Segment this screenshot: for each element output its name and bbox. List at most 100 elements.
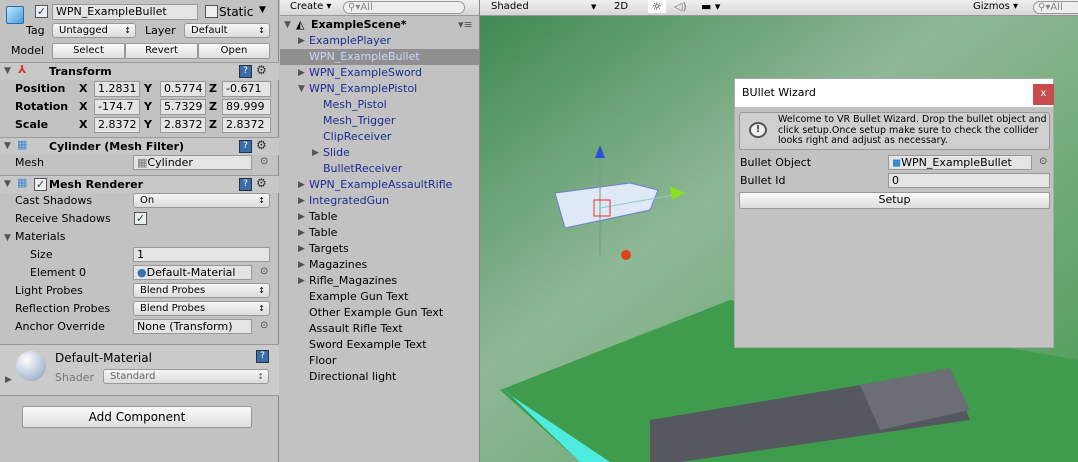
materials-expand-icon[interactable]: ▼ — [4, 233, 11, 243]
receive-shadows-checkbox[interactable]: ✓ — [134, 212, 147, 225]
shading-mode-dropdown[interactable]: Shaded ▼ — [491, 1, 596, 12]
hierarchy-item[interactable]: WPN_ExampleBullet — [280, 49, 479, 65]
mesh-filter-header[interactable]: ▼ ▦ Cylinder (Mesh Filter) ? ⚙ — [0, 137, 279, 155]
hierarchy-search-input[interactable]: ⚲▾All — [343, 1, 465, 14]
model-open-button[interactable]: Open — [198, 43, 270, 59]
hierarchy-item[interactable]: ▶ Rifle_Magazines — [280, 273, 479, 289]
hierarchy-item[interactable]: Directional light — [280, 369, 479, 385]
object-picker-icon[interactable]: ⊙ — [260, 156, 268, 167]
hierarchy-item[interactable]: Mesh_Trigger — [280, 113, 479, 129]
transform-x-input[interactable]: 1.2831 — [94, 81, 140, 97]
hierarchy-item[interactable]: ▶ IntegratedGun — [280, 193, 479, 209]
lighting-toggle-sun-icon[interactable]: ☼ — [648, 0, 666, 13]
transform-y-input[interactable]: 2.8372 — [160, 117, 206, 133]
hierarchy-item[interactable]: ▶ Slide — [280, 145, 479, 161]
element0-field[interactable]: ●Default-Material — [133, 265, 252, 280]
hierarchy-item[interactable]: ▶ Targets — [280, 241, 479, 257]
object-picker-icon[interactable]: ⊙ — [260, 266, 268, 277]
hierarchy-item[interactable]: ▼ WPN_ExamplePistol — [280, 81, 479, 97]
gear-icon[interactable]: ⚙ — [256, 176, 267, 190]
shader-dropdown[interactable]: Standard — [103, 369, 269, 384]
hierarchy-item[interactable]: Floor — [280, 353, 479, 369]
mesh-renderer-header[interactable]: ▼ ▦ ✓ Mesh Renderer ? ⚙ — [0, 175, 279, 193]
hierarchy-item[interactable]: BulletReceiver — [280, 161, 479, 177]
help-icon[interactable]: ? — [239, 140, 252, 153]
gear-icon[interactable]: ⚙ — [256, 63, 267, 77]
transform-row-label: Position — [15, 82, 66, 95]
object-picker-icon[interactable]: ⊙ — [1039, 156, 1047, 167]
hierarchy-item-label: WPN_ExampleBullet — [309, 50, 420, 63]
setup-button[interactable]: Setup — [739, 192, 1050, 209]
layer-dropdown[interactable]: Default — [184, 23, 270, 38]
wizard-titlebar[interactable]: BUllet Wizard x — [735, 79, 1054, 107]
hierarchy-item[interactable]: Sword Eexample Text — [280, 337, 479, 353]
mesh-renderer-enabled-checkbox[interactable]: ✓ — [34, 178, 47, 191]
cast-shadows-dropdown[interactable]: On — [133, 193, 270, 208]
reflection-probes-dropdown[interactable]: Blend Probes — [133, 301, 270, 316]
hierarchy-item[interactable]: ▶ Magazines — [280, 257, 479, 273]
receive-shadows-label: Receive Shadows — [15, 212, 111, 225]
expanded-triangle-icon[interactable]: ▼ — [298, 81, 305, 97]
transform-z-input[interactable]: 2.8372 — [222, 117, 271, 133]
hierarchy-item[interactable]: Assault Rifle Text — [280, 321, 479, 337]
help-icon[interactable]: ? — [256, 350, 269, 363]
transform-z-input[interactable]: 89.999 — [222, 99, 271, 115]
effects-image-icon[interactable]: ▬ ▾ — [701, 0, 720, 13]
collapsed-triangle-icon[interactable]: ▶ — [298, 225, 305, 241]
collapsed-triangle-icon[interactable]: ▶ — [298, 65, 305, 81]
collapsed-triangle-icon[interactable]: ▶ — [312, 145, 319, 161]
collapsed-triangle-icon[interactable]: ▶ — [298, 257, 305, 273]
mesh-renderer-title: Mesh Renderer — [49, 178, 144, 191]
bullet-object-field[interactable]: ◼WPN_ExampleBullet — [888, 155, 1032, 170]
collapsed-triangle-icon[interactable]: ▶ — [298, 209, 305, 225]
add-component-button[interactable]: Add Component — [22, 406, 252, 428]
hierarchy-item[interactable]: ▶ ExamplePlayer — [280, 33, 479, 49]
axis-x-label: X — [79, 82, 88, 95]
model-select-button[interactable]: Select — [52, 43, 125, 59]
gear-icon[interactable]: ⚙ — [256, 138, 267, 152]
scene-menu-icon[interactable]: ▾≡ — [458, 17, 473, 33]
tag-dropdown[interactable]: Untagged — [52, 23, 136, 38]
static-dropdown-icon[interactable]: ▼ — [259, 5, 266, 15]
scene-search-input[interactable]: ⚲▾All — [1033, 1, 1078, 14]
scene-header[interactable]: ▼ ◭ ExampleScene* ▾≡ — [280, 17, 479, 33]
material-section: ▶ Default-Material ? Shader Standard — [0, 344, 279, 396]
help-icon[interactable]: ? — [239, 65, 252, 78]
hierarchy-item[interactable]: Mesh_Pistol — [280, 97, 479, 113]
object-picker-icon[interactable]: ⊙ — [260, 320, 268, 331]
transform-header[interactable]: ▼ ⅄ Transform ? ⚙ — [0, 62, 279, 80]
create-dropdown[interactable]: Create ▾ — [290, 1, 331, 12]
collapsed-triangle-icon[interactable]: ▶ — [298, 193, 305, 209]
active-checkbox[interactable]: ✓ — [35, 5, 48, 18]
help-icon[interactable]: ? — [239, 178, 252, 191]
hierarchy-item[interactable]: Example Gun Text — [280, 289, 479, 305]
collapsed-triangle-icon[interactable]: ▶ — [298, 177, 305, 193]
hierarchy-item[interactable]: ClipReceiver — [280, 129, 479, 145]
collapsed-triangle-icon[interactable]: ▶ — [298, 241, 305, 257]
close-button[interactable]: x — [1033, 84, 1054, 105]
hierarchy-item[interactable]: ▶ Table — [280, 209, 479, 225]
model-revert-button[interactable]: Revert — [125, 43, 198, 59]
light-probes-dropdown[interactable]: Blend Probes — [133, 283, 270, 298]
static-checkbox[interactable] — [205, 5, 218, 18]
transform-z-input[interactable]: -0.671 — [222, 81, 271, 97]
transform-x-input[interactable]: 2.8372 — [94, 117, 140, 133]
2d-toggle[interactable]: 2D — [614, 1, 628, 12]
hierarchy-item[interactable]: ▶ WPN_ExampleSword — [280, 65, 479, 81]
anchor-override-field[interactable]: None (Transform) — [133, 319, 252, 334]
bullet-id-input[interactable]: 0 — [888, 173, 1050, 188]
audio-toggle-speaker-icon[interactable]: ◁) — [674, 0, 687, 13]
hierarchy-item[interactable]: ▶ WPN_ExampleAssaultRifle — [280, 177, 479, 193]
hierarchy-item[interactable]: ▶ Table — [280, 225, 479, 241]
size-input[interactable]: 1 — [133, 247, 270, 262]
hierarchy-item[interactable]: Other Example Gun Text — [280, 305, 479, 321]
object-name-input[interactable]: WPN_ExampleBullet — [52, 4, 198, 20]
mesh-field[interactable]: ▦Cylinder — [133, 155, 252, 170]
expand-triangle-icon[interactable]: ▶ — [5, 375, 12, 385]
transform-y-input[interactable]: 0.5774 — [160, 81, 206, 97]
collapsed-triangle-icon[interactable]: ▶ — [298, 33, 305, 49]
gizmos-dropdown[interactable]: Gizmos ▾ — [973, 1, 1018, 12]
collapsed-triangle-icon[interactable]: ▶ — [298, 273, 305, 289]
transform-y-input[interactable]: 5.7329 — [160, 99, 206, 115]
transform-x-input[interactable]: -174.7 — [94, 99, 140, 115]
